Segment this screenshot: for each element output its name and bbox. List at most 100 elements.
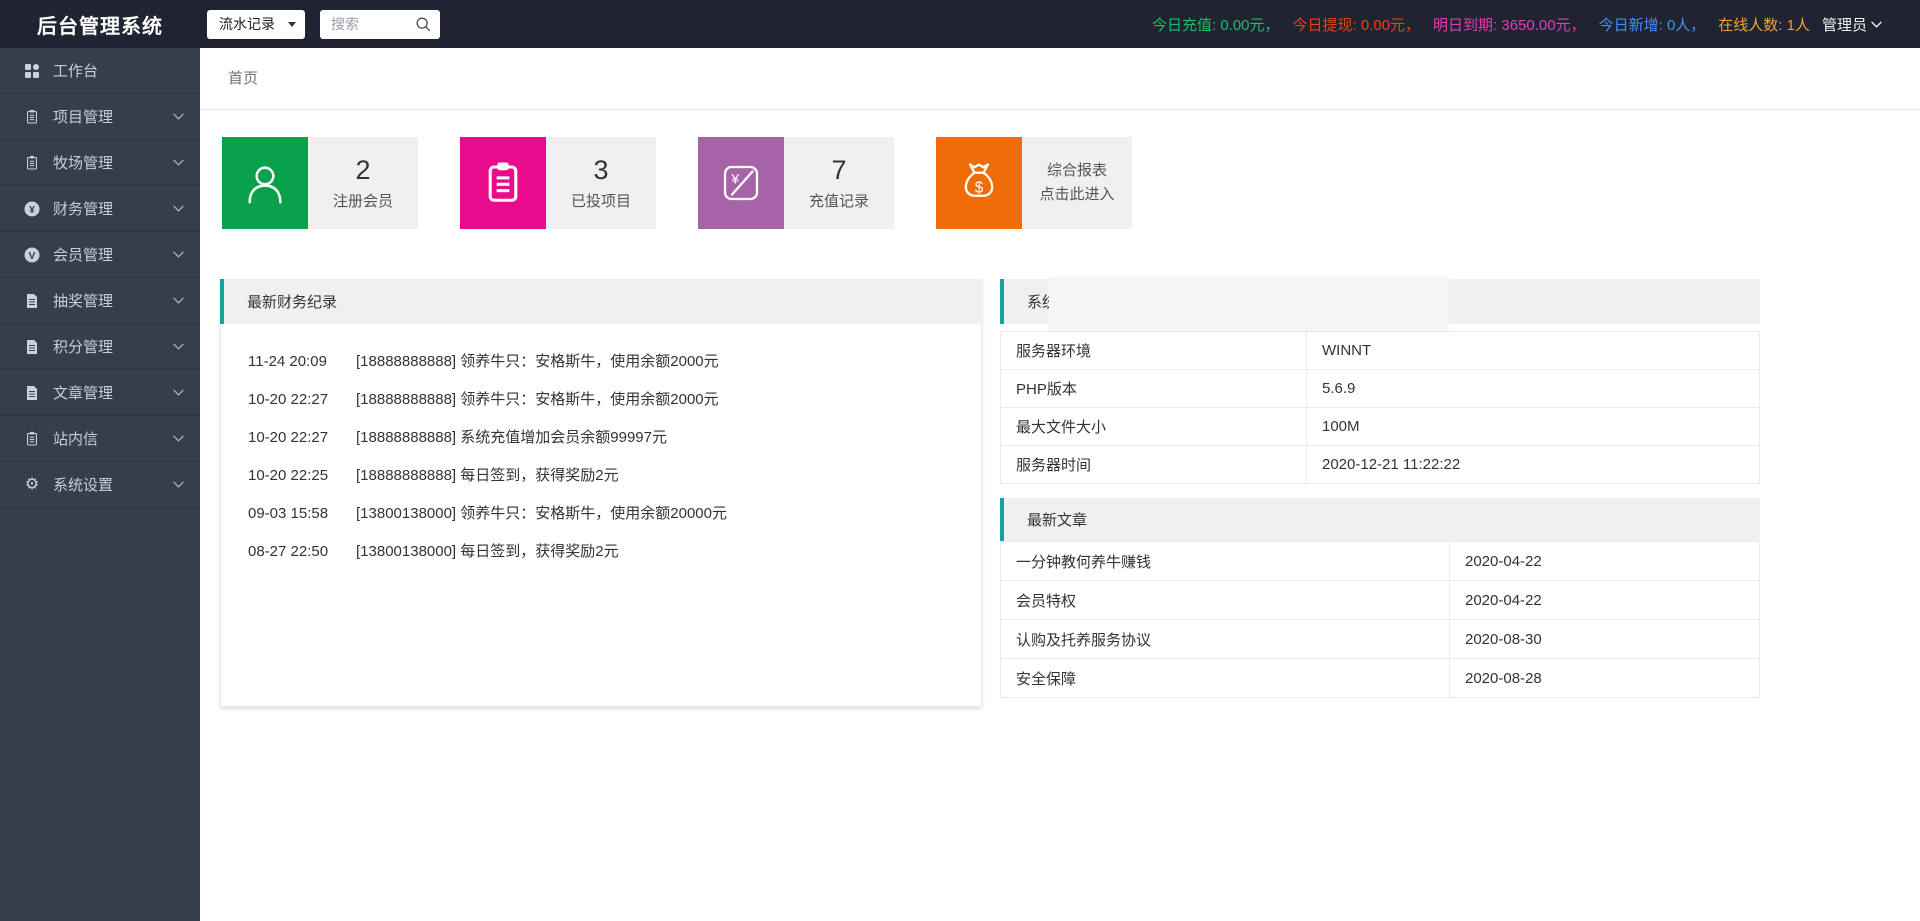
info-label: 服务器环境 bbox=[1001, 332, 1307, 370]
caret-down-icon bbox=[288, 22, 296, 27]
card-label: 综合报表 bbox=[1047, 162, 1107, 179]
card-label: 注册会员 bbox=[333, 190, 393, 211]
svg-text:$: $ bbox=[975, 180, 984, 197]
stat-today-recharge: 今日充值: 0.00元， bbox=[1152, 14, 1280, 35]
record-type-select-label: 流水记录 bbox=[219, 14, 275, 34]
search-input[interactable] bbox=[331, 16, 409, 32]
info-value: 100M bbox=[1307, 408, 1760, 446]
svg-text:V: V bbox=[29, 250, 36, 261]
article-title[interactable]: 认购及托养服务协议 bbox=[1001, 620, 1450, 659]
record-time: 10-20 22:27 bbox=[248, 428, 356, 448]
record-time: 09-03 15:58 bbox=[248, 504, 356, 524]
sidebar-item-finance[interactable]: ¥ 财务管理 bbox=[0, 186, 200, 232]
sidebar-item-label: 财务管理 bbox=[53, 198, 113, 219]
article-date: 2020-04-22 bbox=[1450, 542, 1760, 581]
finance-panel-header: 最新财务纪录 bbox=[220, 279, 982, 324]
chevron-down-icon bbox=[173, 435, 184, 442]
breadcrumb: 首页 bbox=[200, 48, 1920, 110]
stat-new-today: 今日新增: 0人， bbox=[1599, 14, 1706, 35]
gear-icon: ⚙ bbox=[23, 477, 41, 493]
finance-record-row: 11-24 20:09 [18888888888] 领养牛只：安格斯牛，使用余额… bbox=[248, 352, 981, 372]
clipboard-icon bbox=[460, 137, 546, 229]
info-value: WINNT bbox=[1307, 332, 1760, 370]
record-time: 10-20 22:25 bbox=[248, 466, 356, 486]
record-type-select[interactable]: 流水记录 bbox=[207, 10, 305, 39]
finance-record-row: 10-20 22:27 [18888888888] 系统充值增加会员余额9999… bbox=[248, 428, 981, 448]
v-circle-icon: V bbox=[23, 247, 41, 263]
sidebar-item-lottery[interactable]: 抽奖管理 bbox=[0, 278, 200, 324]
sidebar-item-settings[interactable]: ⚙ 系统设置 bbox=[0, 462, 200, 508]
sidebar-item-pasture[interactable]: 牧场管理 bbox=[0, 140, 200, 186]
card-value: 3 bbox=[593, 155, 608, 186]
sidebar-item-projects[interactable]: 项目管理 bbox=[0, 94, 200, 140]
stat-online-users: 在线人数: 1人 bbox=[1718, 14, 1810, 35]
app-title: 后台管理系统 bbox=[37, 10, 163, 39]
clipboard-icon bbox=[23, 431, 41, 447]
card-invested-projects[interactable]: 3 已投项目 bbox=[460, 137, 656, 229]
chevron-down-icon bbox=[173, 343, 184, 350]
finance-record-row: 10-20 22:25 [18888888888] 每日签到，获得奖励2元 bbox=[248, 466, 981, 486]
finance-record-row: 10-20 22:27 [18888888888] 领养牛只：安格斯牛，使用余额… bbox=[248, 390, 981, 410]
search-box bbox=[320, 10, 440, 39]
record-text: [18888888888] 每日签到，获得奖励2元 bbox=[356, 466, 619, 486]
articles-table: 一分钟教何养牛赚钱 2020-04-22 会员特权 2020-04-22 认购及… bbox=[1000, 541, 1760, 698]
chevron-down-icon bbox=[173, 251, 184, 258]
latest-articles-panel: 最新文章 一分钟教何养牛赚钱 2020-04-22 会员特权 2020-04-2… bbox=[1000, 498, 1760, 698]
sidebar-item-label: 抽奖管理 bbox=[53, 290, 113, 311]
record-text: [13800138000] 每日签到，获得奖励2元 bbox=[356, 542, 619, 562]
table-row: 会员特权 2020-04-22 bbox=[1001, 581, 1760, 620]
sidebar-item-label: 项目管理 bbox=[53, 106, 113, 127]
sidebar-item-label: 牧场管理 bbox=[53, 152, 113, 173]
sidebar-item-label: 站内信 bbox=[53, 428, 98, 449]
stat-today-withdraw: 今日提现: 0.00元， bbox=[1293, 14, 1421, 35]
finance-records-panel: 最新财务纪录 11-24 20:09 [18888888888] 领养牛只：安格… bbox=[220, 279, 982, 707]
breadcrumb-home[interactable]: 首页 bbox=[228, 70, 258, 87]
finance-record-row: 08-27 22:50 [13800138000] 每日签到，获得奖励2元 bbox=[248, 542, 981, 562]
table-row: 最大文件大小 100M bbox=[1001, 408, 1760, 446]
article-title[interactable]: 会员特权 bbox=[1001, 581, 1450, 620]
record-text: [18888888888] 领养牛只：安格斯牛，使用余额2000元 bbox=[356, 352, 719, 372]
sidebar-item-label: 积分管理 bbox=[53, 336, 113, 357]
sidebar-item-members[interactable]: V 会员管理 bbox=[0, 232, 200, 278]
chevron-down-icon bbox=[173, 113, 184, 120]
card-label: 点击此进入 bbox=[1039, 183, 1114, 204]
sidebar-item-points[interactable]: 积分管理 bbox=[0, 324, 200, 370]
clipboard-icon bbox=[23, 155, 41, 171]
overlay-artifact bbox=[1049, 277, 1449, 331]
record-time: 10-20 22:27 bbox=[248, 390, 356, 410]
card-label: 已投项目 bbox=[571, 190, 631, 211]
card-comprehensive-report[interactable]: $ 综合报表 点击此进入 bbox=[936, 137, 1132, 229]
table-row: 服务器时间 2020-12-21 11:22:22 bbox=[1001, 446, 1760, 484]
sidebar-item-label: 文章管理 bbox=[53, 382, 113, 403]
system-info-table: 服务器环境 WINNT PHP版本 5.6.9 最大文件大小 100M 服务 bbox=[1000, 331, 1760, 484]
sidebar-item-articles[interactable]: 文章管理 bbox=[0, 370, 200, 416]
article-title[interactable]: 安全保障 bbox=[1001, 659, 1450, 698]
card-registered-members[interactable]: 2 注册会员 bbox=[222, 137, 418, 229]
finance-panel-title: 最新财务纪录 bbox=[247, 291, 337, 312]
articles-panel-title: 最新文章 bbox=[1027, 509, 1087, 530]
chevron-down-icon bbox=[1871, 21, 1882, 28]
sidebar-item-workbench[interactable]: 工作台 bbox=[0, 48, 200, 94]
document-icon bbox=[23, 385, 41, 401]
yen-receipt-icon: ¥ bbox=[698, 137, 784, 229]
chevron-down-icon bbox=[173, 159, 184, 166]
chevron-down-icon bbox=[173, 481, 184, 488]
admin-menu[interactable]: 管理员 bbox=[1822, 14, 1882, 35]
table-row: 认购及托养服务协议 2020-08-30 bbox=[1001, 620, 1760, 659]
record-text: [18888888888] 领养牛只：安格斯牛，使用余额2000元 bbox=[356, 390, 719, 410]
search-icon[interactable] bbox=[415, 16, 431, 32]
svg-text:¥: ¥ bbox=[730, 171, 739, 187]
card-value: 2 bbox=[355, 155, 370, 186]
article-title[interactable]: 一分钟教何养牛赚钱 bbox=[1001, 542, 1450, 581]
table-row: 一分钟教何养牛赚钱 2020-04-22 bbox=[1001, 542, 1760, 581]
article-date: 2020-08-30 bbox=[1450, 620, 1760, 659]
admin-menu-label: 管理员 bbox=[1822, 14, 1867, 35]
stat-cards: 2 注册会员 3 已投项目 ¥ 7 充值记录 $ bbox=[222, 137, 1920, 229]
card-recharge-records[interactable]: ¥ 7 充值记录 bbox=[698, 137, 894, 229]
stat-due-tomorrow: 明日到期: 3650.00元， bbox=[1433, 14, 1586, 35]
sidebar-item-label: 工作台 bbox=[53, 60, 98, 81]
info-label: 最大文件大小 bbox=[1001, 408, 1307, 446]
info-value: 2020-12-21 11:22:22 bbox=[1307, 446, 1760, 484]
info-label: PHP版本 bbox=[1001, 370, 1307, 408]
sidebar-item-messages[interactable]: 站内信 bbox=[0, 416, 200, 462]
